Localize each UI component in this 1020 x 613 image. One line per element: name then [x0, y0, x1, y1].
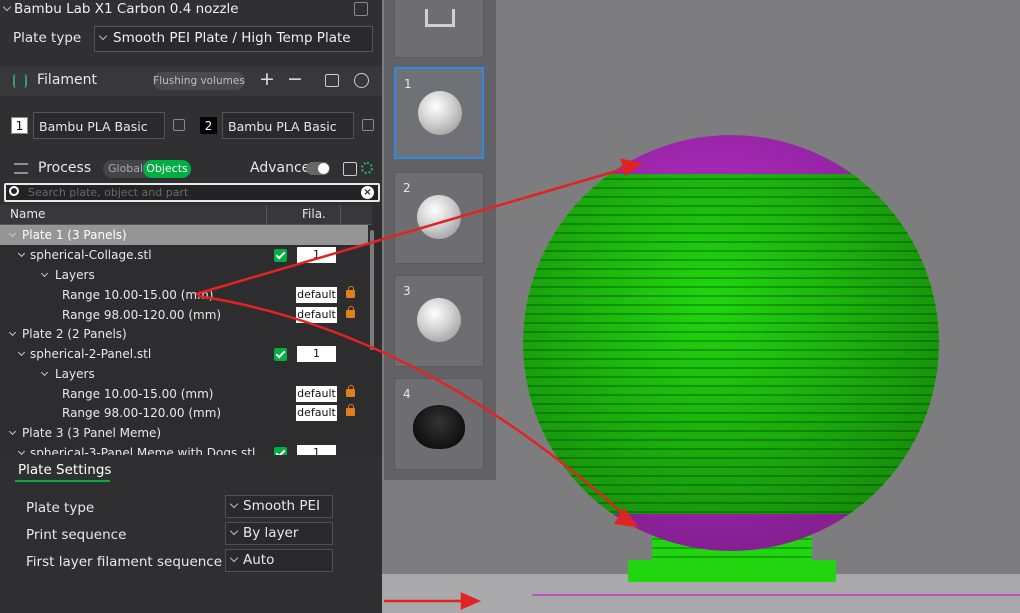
sphere-body: [523, 135, 939, 551]
model-render: [195, 135, 939, 610]
model-base-plate: [628, 560, 836, 582]
arrow-head: [460, 592, 482, 610]
